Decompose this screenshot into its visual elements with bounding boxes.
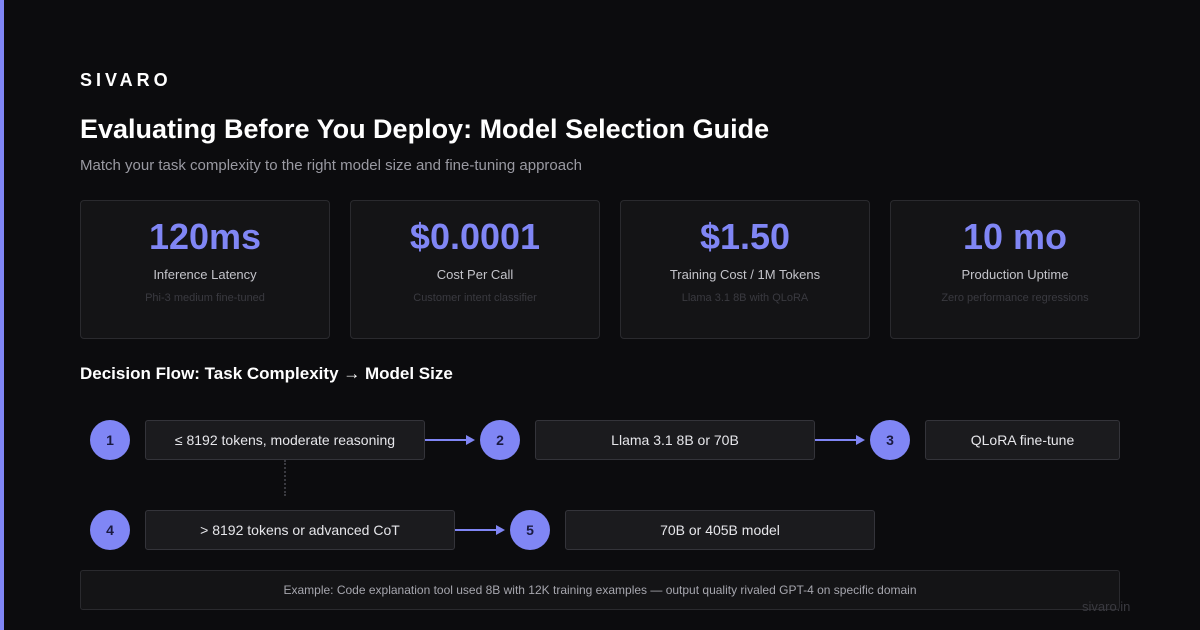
stat-label: Cost Per Call bbox=[436, 267, 514, 282]
flow-arrow bbox=[455, 525, 505, 535]
stat-label: Inference Latency bbox=[153, 267, 257, 282]
stat-card-uptime: 10 mo Production Uptime Zero performance… bbox=[890, 200, 1140, 339]
flow-step-long-context: > 8192 tokens or advanced CoT bbox=[145, 510, 455, 550]
flow-node-4: 4 bbox=[90, 510, 130, 550]
brand-logo: SIVARO bbox=[80, 70, 172, 90]
stat-sublabel: Llama 3.1 8B with QLoRA bbox=[681, 292, 809, 304]
stat-sublabel: Customer intent classifier bbox=[413, 292, 537, 304]
stat-sublabel: Zero performance regressions bbox=[941, 292, 1089, 304]
flow-branch-connector bbox=[284, 460, 286, 496]
site-domain: sivaro.in bbox=[1082, 599, 1131, 614]
page-subtitle: Match your task complexity to the right … bbox=[80, 157, 582, 174]
flow-step-qlora: QLoRA fine-tune bbox=[925, 420, 1120, 460]
flow-node-2: 2 bbox=[480, 420, 520, 460]
flow-node-1: 1 bbox=[90, 420, 130, 460]
flow-step-model-8b-70b: Llama 3.1 8B or 70B bbox=[535, 420, 815, 460]
stat-value: 10 mo bbox=[962, 216, 1068, 257]
flow-step-large-model: 70B or 405B model bbox=[565, 510, 875, 550]
flow-arrow bbox=[815, 435, 865, 445]
stat-card-training-cost: $1.50 Training Cost / 1M Tokens Llama 3.… bbox=[620, 200, 870, 339]
flow-node-5: 5 bbox=[510, 510, 550, 550]
stat-value: $0.0001 bbox=[409, 216, 541, 257]
example-callout: Example: Code explanation tool used 8B w… bbox=[80, 570, 1120, 610]
stat-value: 120ms bbox=[148, 216, 262, 257]
accent-bar bbox=[0, 0, 4, 630]
stat-card-latency: 120ms Inference Latency Phi-3 medium fin… bbox=[80, 200, 330, 339]
stat-label: Training Cost / 1M Tokens bbox=[669, 267, 821, 282]
stat-label: Production Uptime bbox=[961, 267, 1069, 282]
stat-card-cost: $0.0001 Cost Per Call Customer intent cl… bbox=[350, 200, 600, 339]
flow-step-short-context: ≤ 8192 tokens, moderate reasoning bbox=[145, 420, 425, 460]
flow-arrow bbox=[425, 435, 475, 445]
flow-node-3: 3 bbox=[870, 420, 910, 460]
stat-value: $1.50 bbox=[699, 216, 791, 257]
page-title: Evaluating Before You Deploy: Model Sele… bbox=[80, 114, 770, 144]
flow-title: Decision Flow: Task Complexity → Model S… bbox=[80, 364, 453, 383]
stat-sublabel: Phi-3 medium fine-tuned bbox=[145, 292, 265, 304]
